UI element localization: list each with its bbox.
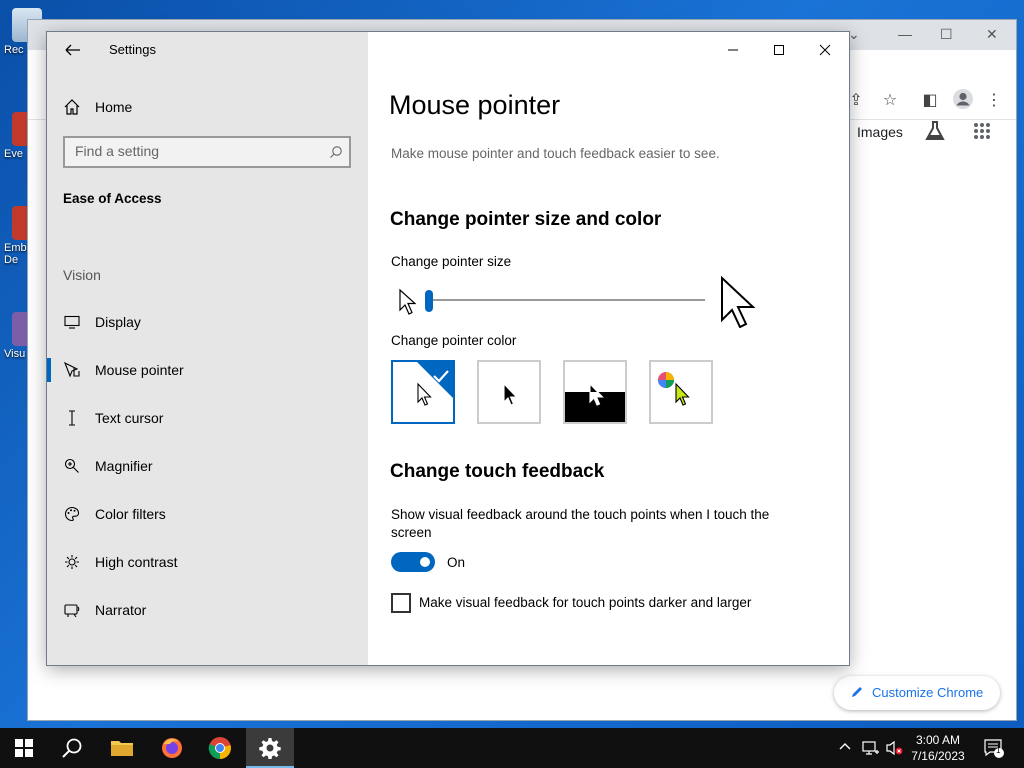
minimize-button[interactable] <box>723 40 743 60</box>
magnifier-icon <box>63 457 81 475</box>
pointer-size-slider-thumb[interactable] <box>425 290 433 312</box>
text-cursor-icon <box>63 409 81 427</box>
settings-sidebar: Settings Home Find a setting Ease of Acc… <box>47 32 368 665</box>
sidebar-item-narrator[interactable]: Narrator <box>47 590 368 630</box>
bookmark-star-icon[interactable]: ☆ <box>880 90 900 110</box>
clock-date: 7/16/2023 <box>911 749 965 763</box>
page-title: Mouse pointer <box>389 90 561 120</box>
group-heading: Vision <box>63 267 101 283</box>
notification-center-icon[interactable]: 1 <box>983 738 1005 758</box>
settings-window: Settings Home Find a setting Ease of Acc… <box>47 32 849 665</box>
section-heading: Ease of Access <box>63 191 162 206</box>
touch-section-heading: Change touch feedback <box>390 461 605 482</box>
sidebar-item-high-contrast[interactable]: High contrast <box>47 542 368 582</box>
color-filters-icon <box>63 505 81 523</box>
search-icon <box>330 146 342 158</box>
toggle-state-label: On <box>447 555 466 570</box>
volume-muted-icon[interactable] <box>886 740 903 756</box>
white-pointer-icon <box>417 382 432 406</box>
search-icon <box>62 738 82 758</box>
mouse-pointer-icon <box>63 361 81 379</box>
high-contrast-icon <box>63 553 81 571</box>
google-apps-icon[interactable] <box>973 122 993 142</box>
small-pointer-icon <box>399 288 416 315</box>
sidebar-item-magnifier[interactable]: Magnifier <box>47 446 368 486</box>
start-button[interactable] <box>0 728 48 768</box>
pointer-color-custom[interactable] <box>649 360 713 424</box>
chrome-maximize-button[interactable]: ☐ <box>940 26 953 43</box>
sidebar-item-text-cursor[interactable]: Text cursor <box>47 398 368 438</box>
large-pointer-icon <box>721 276 756 328</box>
chrome-menu-icon[interactable]: ⋮ <box>984 90 1004 110</box>
pencil-icon <box>852 687 862 697</box>
darker-feedback-checkbox[interactable] <box>391 593 411 613</box>
sidebar-item-display[interactable]: Display <box>47 302 368 342</box>
windows-logo-icon <box>15 739 33 757</box>
chrome-minimize-button[interactable]: — <box>898 26 912 42</box>
search-input[interactable]: Find a setting <box>63 136 351 168</box>
chrome-taskbar-button[interactable] <box>196 728 244 768</box>
pointer-size-slider-track[interactable] <box>427 299 705 301</box>
black-pointer-icon <box>503 382 518 406</box>
firefox-icon <box>162 738 182 758</box>
file-explorer-button[interactable] <box>98 728 146 768</box>
sidebar-item-mouse-pointer[interactable]: Mouse pointer <box>47 350 368 390</box>
system-clock[interactable]: 3:00 AM 7/16/2023 <box>906 732 970 764</box>
settings-content: Mouse pointer Make mouse pointer and tou… <box>368 32 849 665</box>
pointer-color-inverted[interactable] <box>563 360 627 424</box>
close-icon <box>819 44 831 56</box>
taskbar-search-button[interactable] <box>48 728 96 768</box>
touch-feedback-toggle[interactable] <box>391 552 435 572</box>
taskbar: 3:00 AM 7/16/2023 1 <box>0 728 1024 768</box>
toggle-knob <box>420 557 430 567</box>
home-icon <box>64 99 80 115</box>
narrator-icon <box>63 601 81 619</box>
gear-icon <box>259 738 281 759</box>
pointer-color-white[interactable] <box>391 360 455 424</box>
network-icon[interactable] <box>862 740 879 756</box>
darker-feedback-label: Make visual feedback for touch points da… <box>419 595 752 610</box>
chrome-tab-search-icon[interactable]: ⌄ <box>848 26 860 43</box>
page-description: Make mouse pointer and touch feedback ea… <box>391 146 720 161</box>
maximize-icon <box>774 45 784 55</box>
pointer-color-black[interactable] <box>477 360 541 424</box>
custom-pointer-icon <box>675 382 690 406</box>
labs-flask-icon[interactable] <box>924 120 946 142</box>
pointer-section-heading: Change pointer size and color <box>390 209 662 230</box>
display-icon <box>63 313 81 331</box>
notification-badge: 1 <box>996 746 1001 755</box>
share-icon[interactable]: ⇪ <box>846 90 866 110</box>
settings-taskbar-button[interactable] <box>246 728 294 768</box>
pointer-color-label: Change pointer color <box>391 333 517 348</box>
chrome-close-button[interactable]: ✕ <box>986 26 998 43</box>
show-hidden-icons-chevron-icon[interactable] <box>838 740 854 756</box>
close-button[interactable] <box>815 40 835 60</box>
side-panel-icon[interactable]: ◧ <box>920 90 940 110</box>
firefox-button[interactable] <box>148 728 196 768</box>
sidebar-item-color-filters[interactable]: Color filters <box>47 494 368 534</box>
back-arrow-icon <box>65 44 80 56</box>
home-nav-item[interactable]: Home <box>63 96 132 118</box>
chrome-icon <box>208 737 231 760</box>
touch-feedback-description: Show visual feedback around the touch po… <box>391 507 770 540</box>
profile-avatar-icon[interactable] <box>952 88 973 109</box>
folder-icon <box>111 741 133 756</box>
pointer-size-label: Change pointer size <box>391 254 512 269</box>
minimize-icon <box>728 49 738 51</box>
maximize-button[interactable] <box>769 40 789 60</box>
images-link[interactable]: Images <box>857 124 903 140</box>
window-title: Settings <box>109 42 156 57</box>
clock-time: 3:00 AM <box>915 733 961 747</box>
customize-chrome-button[interactable]: Customize Chrome <box>834 676 1000 710</box>
back-button[interactable] <box>63 40 87 60</box>
